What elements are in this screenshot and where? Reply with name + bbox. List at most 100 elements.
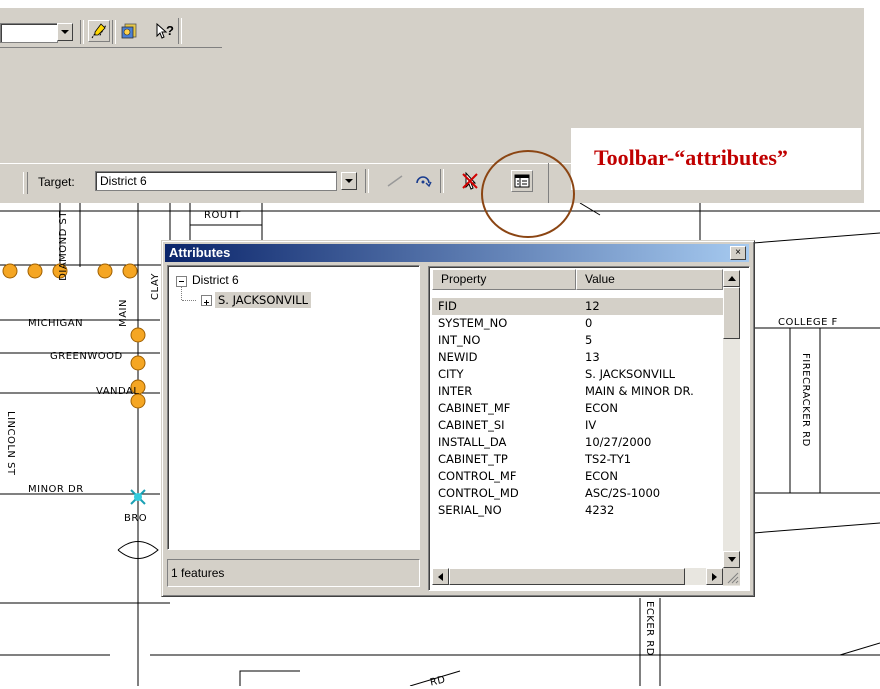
- rotate-icon: [416, 176, 432, 188]
- highlight-ellipse: [481, 150, 575, 238]
- arrow-up-icon: [727, 276, 736, 281]
- edit-tool-button[interactable]: [88, 20, 110, 42]
- value-cell: 4232: [585, 503, 615, 517]
- property-cell: INSTALL_DA: [438, 435, 507, 449]
- value-cell: S. JACKSONVILL: [585, 367, 676, 381]
- table-row[interactable]: CABINET_TP TS2-TY1: [432, 451, 723, 468]
- table-row[interactable]: CITY S. JACKSONVILL: [432, 366, 723, 383]
- street-label: MAIN: [118, 299, 129, 327]
- resize-grip-icon: [727, 572, 739, 584]
- value-cell: MAIN & MINOR DR.: [585, 384, 694, 398]
- table-row[interactable]: SYSTEM_NO 0: [432, 315, 723, 332]
- toolbar-separator: [365, 169, 369, 193]
- dialog-close-button[interactable]: ×: [730, 246, 746, 260]
- table-row[interactable]: FID 12: [432, 298, 723, 315]
- arrow-right-icon: [712, 572, 717, 581]
- scroll-left-button[interactable]: [432, 568, 449, 585]
- target-toolbar-top-edge: [0, 163, 575, 164]
- collapse-toggle[interactable]: [176, 276, 187, 287]
- value-cell: 13: [585, 350, 600, 364]
- street-label: LINCOLN ST: [5, 411, 16, 476]
- target-layer-value: District 6: [100, 174, 147, 188]
- table-row[interactable]: CABINET_MF ECON: [432, 400, 723, 417]
- horizontal-scrollbar[interactable]: [432, 568, 723, 585]
- tree-feature-node[interactable]: S. JACKSONVILL: [215, 292, 312, 308]
- property-cell: CITY: [438, 367, 464, 381]
- table-row[interactable]: INTER MAIN & MINOR DR.: [432, 383, 723, 400]
- scroll-down-button[interactable]: [723, 551, 740, 568]
- annotation-label: Toolbar-“attributes”: [594, 145, 788, 170]
- delete-tool-button[interactable]: [459, 170, 481, 192]
- tree-root-node[interactable]: District 6: [192, 273, 239, 287]
- chevron-down-icon: [61, 29, 69, 34]
- feature-count-status: 1 features: [167, 559, 420, 587]
- scroll-thumb[interactable]: [723, 287, 740, 339]
- property-cell: CABINET_TP: [438, 452, 508, 466]
- rotate-tool-button[interactable]: [412, 170, 434, 192]
- dialog-title-bar[interactable]: Attributes ×: [165, 244, 749, 262]
- sketch-tool-button[interactable]: [384, 170, 406, 192]
- street-label: CLAY: [150, 273, 161, 300]
- edit-sketch-icon: [91, 23, 107, 39]
- value-cell: ECON: [585, 469, 618, 483]
- plus-icon: [204, 300, 209, 305]
- property-cell: FID: [438, 299, 457, 313]
- target-layer-combo[interactable]: District 6: [95, 171, 337, 191]
- toolbar-separator: [80, 20, 84, 44]
- column-header-property[interactable]: Property: [432, 269, 576, 290]
- property-cell: CONTROL_MF: [438, 469, 517, 483]
- table-row[interactable]: NEWID 13: [432, 349, 723, 366]
- scroll-right-button[interactable]: [706, 568, 723, 585]
- tree-line: [182, 300, 196, 302]
- size-grip[interactable]: [723, 568, 740, 585]
- table-row[interactable]: CONTROL_MD ASC/2S-1000: [432, 485, 723, 502]
- feature-tree[interactable]: District 6 S. JACKSONVILL: [167, 265, 420, 550]
- property-cell: NEWID: [438, 350, 478, 364]
- table-row[interactable]: CONTROL_MF ECON: [432, 468, 723, 485]
- target-combo-dropdown-button[interactable]: [341, 172, 357, 190]
- identify-button[interactable]: [118, 20, 140, 42]
- tree-line: [181, 287, 183, 300]
- street-label: ECKER RD: [644, 601, 655, 656]
- street-label: FIRECRACKER RD: [800, 353, 811, 447]
- svg-text:?: ?: [166, 23, 174, 38]
- street-label: RD: [429, 674, 447, 689]
- value-cell: ASC/2S-1000: [585, 486, 661, 500]
- close-icon: ×: [735, 247, 741, 258]
- attribute-grid[interactable]: Property Value FID 12 SYSTEM_NO 0 INT_NO 5 …: [428, 266, 750, 591]
- value-cell: IV: [585, 418, 597, 432]
- street-label: VANDAL: [96, 386, 140, 397]
- table-row[interactable]: INT_NO 5: [432, 332, 723, 349]
- value-cell: 10/27/2000: [585, 435, 652, 449]
- arrow-left-icon: [438, 572, 443, 581]
- street-label: COLLEGE F: [778, 317, 838, 328]
- property-cell: SYSTEM_NO: [438, 316, 508, 330]
- whats-this-help-icon: ?: [156, 22, 174, 39]
- value-cell: 12: [585, 299, 600, 313]
- delete-sketch-icon: [462, 171, 478, 190]
- toolbar-grip: [23, 172, 28, 194]
- street-label: DIAMOND ST: [58, 211, 69, 281]
- layer-combo-dropdown-button[interactable]: [57, 23, 73, 41]
- layer-combo[interactable]: [0, 23, 58, 43]
- property-cell: INT_NO: [438, 333, 481, 347]
- vertical-scrollbar[interactable]: [723, 270, 740, 586]
- street-label: ROUTT: [204, 210, 241, 221]
- column-header-value[interactable]: Value: [576, 269, 723, 290]
- table-row[interactable]: CABINET_SI IV: [432, 417, 723, 434]
- value-cell: 5: [585, 333, 593, 347]
- property-cell: INTER: [438, 384, 473, 398]
- scroll-up-button[interactable]: [723, 270, 740, 287]
- property-cell: CABINET_SI: [438, 418, 505, 432]
- table-row[interactable]: INSTALL_DA 10/27/2000: [432, 434, 723, 451]
- toolbar-area: ? Target: District 6: [0, 0, 864, 203]
- table-row[interactable]: SERIAL_NO 4232: [432, 502, 723, 519]
- toolbar-separator: [440, 169, 444, 193]
- whats-this-button[interactable]: ?: [155, 20, 177, 42]
- horizontal-scroll-thumb[interactable]: [449, 568, 685, 585]
- expand-toggle[interactable]: [201, 295, 212, 306]
- identify-icon: [121, 23, 137, 39]
- target-label: Target:: [38, 175, 75, 189]
- toolbar-separator: [112, 20, 116, 44]
- toolbar-edge: [178, 18, 182, 44]
